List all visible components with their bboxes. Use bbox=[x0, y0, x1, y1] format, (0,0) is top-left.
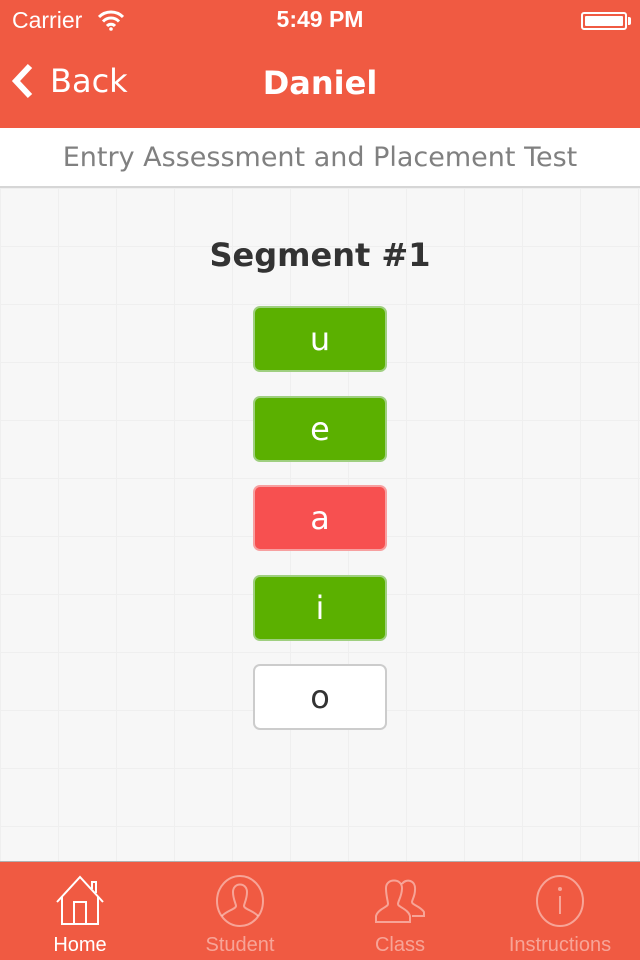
tab-home[interactable]: Home bbox=[0, 862, 160, 960]
info-icon bbox=[536, 875, 584, 927]
navigation-bar: Back Daniel bbox=[0, 40, 640, 128]
top-bar: Carrier 5:49 PM Back Daniel bbox=[0, 0, 640, 128]
segment-title: Segment #1 bbox=[209, 236, 431, 274]
home-icon bbox=[56, 875, 104, 925]
answer-button[interactable]: a bbox=[253, 485, 387, 551]
tab-bar: Home Student Class Instructions bbox=[0, 861, 640, 960]
answer-button[interactable]: o bbox=[253, 664, 387, 730]
tab-label: Class bbox=[374, 934, 425, 956]
answer-button[interactable]: u bbox=[253, 306, 387, 372]
page-title: Daniel bbox=[262, 64, 378, 102]
tab-student[interactable]: Student bbox=[160, 862, 320, 960]
answer-button[interactable]: e bbox=[253, 395, 387, 462]
student-icon bbox=[216, 875, 264, 927]
tab-label: Home bbox=[53, 934, 107, 956]
class-icon bbox=[375, 879, 425, 923]
status-bar: Carrier 5:49 PM bbox=[0, 0, 640, 40]
tab-instructions[interactable]: Instructions bbox=[480, 862, 640, 960]
battery-tip bbox=[628, 17, 631, 25]
tab-label: Instructions bbox=[508, 934, 612, 956]
content-area: Segment #1 u e a i o bbox=[0, 188, 640, 861]
tab-class[interactable]: Class bbox=[320, 862, 480, 960]
answer-button[interactable]: i bbox=[253, 574, 387, 641]
tab-label: Student bbox=[205, 934, 275, 956]
clock: 5:49 PM bbox=[276, 6, 364, 32]
answer-list: u e a i o bbox=[253, 306, 387, 754]
test-title: Entry Assessment and Placement Test bbox=[0, 128, 640, 188]
battery-icon bbox=[581, 12, 627, 30]
